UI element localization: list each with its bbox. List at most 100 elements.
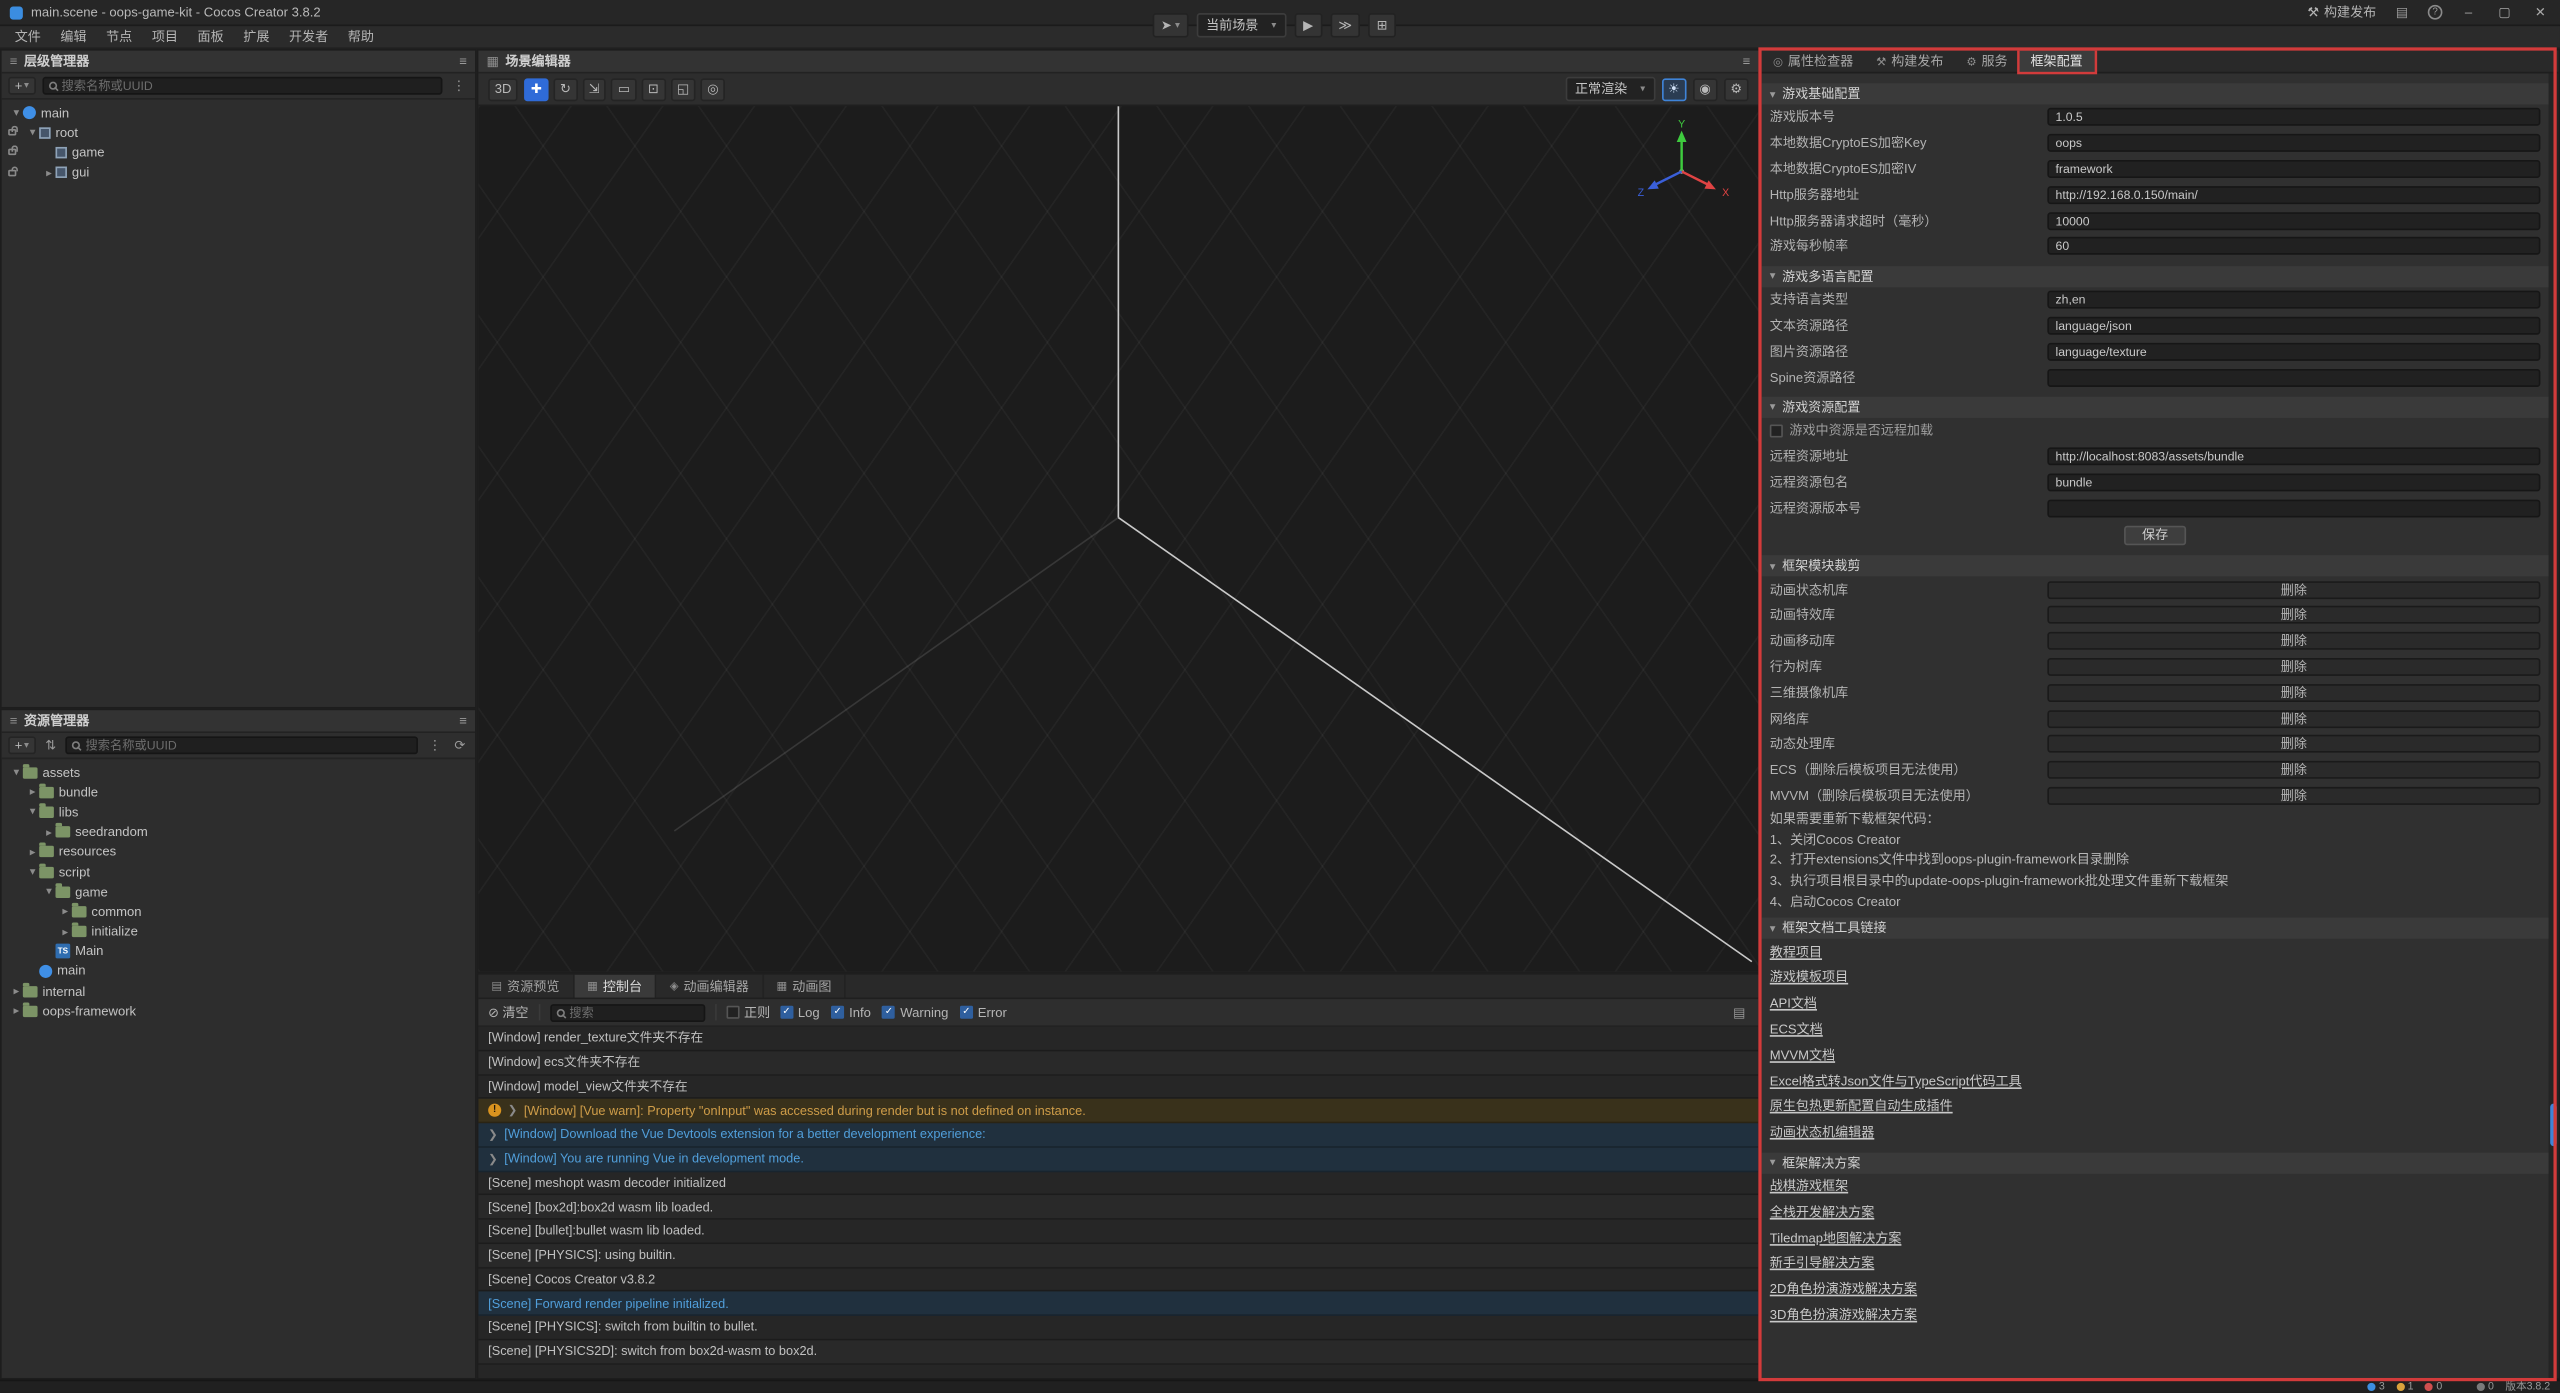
axis-gizmo[interactable]: Y X Z [1631,116,1735,220]
property-input[interactable] [2047,160,2540,178]
delete-button[interactable]: 删除 [2047,632,2540,650]
render-mode-select[interactable]: 正常渲染 ▾ [1565,77,1655,101]
chevron-right-icon[interactable]: ▸ [10,1005,23,1018]
property-input[interactable] [2047,317,2540,335]
menu-item[interactable]: 文件 [5,28,51,46]
doc-link[interactable]: 动画状态机编辑器 [1770,1124,1874,1142]
asset-node[interactable]: ▾libs [2,802,475,822]
scene-select[interactable]: 当前场景 ▾ [1196,12,1286,36]
doc-link[interactable]: ECS文档 [1770,1021,1823,1039]
log-row[interactable]: ❯[Window] You are running Vue in develop… [478,1147,1758,1171]
chevron-down-icon[interactable]: ▾ [26,126,39,139]
rotate-tool-icon[interactable]: ↻ [553,78,577,101]
chevron-down-icon[interactable]: ▾ [10,766,23,779]
property-input[interactable] [2047,186,2540,204]
asset-node[interactable]: ▸initialize [2,922,475,942]
asset-node[interactable]: ▾assets [2,762,475,782]
property-input[interactable] [2047,134,2540,152]
property-input[interactable] [2047,499,2540,517]
mode-3d-button[interactable]: 3D [488,78,518,101]
chevron-down-icon[interactable]: ▾ [10,106,23,119]
minimize-button[interactable]: – [2459,5,2479,20]
status-notices[interactable]: 0 [2477,1380,2494,1393]
console-filter-log[interactable]: ✓Log [780,1005,820,1020]
asset-node[interactable]: ▸seedrandom [2,822,475,842]
console-filter-info[interactable]: ✓Info [831,1005,871,1020]
save-button[interactable]: 保存 [2124,525,2186,545]
doc-link[interactable]: 全栈开发解决方案 [1770,1203,1874,1221]
asset-node[interactable]: ▾game [2,882,475,902]
help-icon[interactable]: ? [2428,5,2443,20]
property-input[interactable] [2047,342,2540,360]
play-button[interactable]: ▶ [1294,12,1322,36]
hierarchy-node[interactable]: ▸gui [2,163,475,183]
close-button[interactable]: ✕ [2531,5,2551,20]
property-input[interactable] [2047,237,2540,255]
panel-menu-icon[interactable]: ≡ [459,54,467,69]
delete-button[interactable]: 删除 [2047,761,2540,779]
doc-link[interactable]: 游戏模板项目 [1770,969,1848,987]
delete-button[interactable]: 删除 [2047,709,2540,727]
asset-node[interactable]: ▸bundle [2,782,475,802]
hierarchy-search-input[interactable] [62,78,436,93]
status-info[interactable]: 3 [2367,1380,2384,1393]
filter-icon[interactable]: ⋮ [449,78,469,93]
inspector-tab[interactable]: ◎属性检查器 [1762,51,1865,72]
scene-settings-button[interactable]: ⚙ [1724,78,1749,101]
delete-button[interactable]: 删除 [2047,580,2540,598]
console-filter-warning[interactable]: ✓Warning [882,1005,948,1020]
chevron-down-icon[interactable]: ▾ [42,885,55,898]
layout-panel-icon[interactable]: ▤ [2393,5,2412,20]
transform-tool-icon[interactable]: ⊡ [641,78,665,101]
property-input[interactable] [2047,108,2540,126]
chevron-right-icon[interactable]: ▸ [59,905,72,918]
doc-link[interactable]: 3D角色扮演游戏解决方案 [1770,1306,1917,1324]
build-publish-button[interactable]: ⚒ 构建发布 [2307,3,2376,21]
scrollbar-thumb[interactable] [2550,1104,2557,1146]
add-asset-button[interactable]: + ▾ [8,736,35,754]
asset-node[interactable]: ▾script [2,862,475,882]
coord-toggle-icon[interactable]: ◎ [701,78,725,101]
panel-menu-icon[interactable]: ≡ [1743,54,1751,69]
add-node-button[interactable]: + ▾ [8,77,35,95]
pivot-toggle-icon[interactable]: ◱ [670,78,695,101]
delete-button[interactable]: 删除 [2047,735,2540,753]
delete-button[interactable]: 删除 [2047,658,2540,676]
doc-link[interactable]: 新手引导解决方案 [1770,1255,1874,1273]
chevron-down-icon[interactable]: ▾ [26,865,39,878]
maximize-button[interactable]: ▢ [2495,5,2515,20]
section-header[interactable]: ▾游戏基础配置 [1762,83,2549,104]
property-input[interactable] [2047,368,2540,386]
doc-link[interactable]: 2D角色扮演游戏解决方案 [1770,1280,1917,1298]
console-tab[interactable]: ▦控制台 [574,975,657,998]
property-input[interactable] [2047,291,2540,309]
menu-item[interactable]: 扩展 [233,28,279,46]
sort-icon[interactable]: ⇅ [42,738,59,753]
doc-link[interactable]: 教程项目 [1770,943,1822,961]
checkbox[interactable] [1770,424,1783,437]
preview-platform-button[interactable]: ➤ ▾ [1153,12,1188,36]
asset-node[interactable]: ▸resources [2,842,475,862]
chevron-down-icon[interactable]: ▾ [26,806,39,819]
menu-item[interactable]: 帮助 [338,28,384,46]
delete-button[interactable]: 删除 [2047,606,2540,624]
menu-item[interactable]: 开发者 [279,28,338,46]
scene-camera-button[interactable]: ◉ [1693,78,1717,101]
doc-link[interactable]: Tiledmap地图解决方案 [1770,1229,1902,1247]
chevron-right-icon[interactable]: ▸ [26,845,39,858]
menu-item[interactable]: 节点 [96,28,142,46]
doc-link[interactable]: Excel格式转Json文件与TypeScript代码工具 [1770,1072,2022,1090]
section-header[interactable]: ▾游戏资源配置 [1762,397,2549,418]
console-tab[interactable]: ◈动画编辑器 [657,975,764,998]
inspector-tab[interactable]: ⚙服务 [1955,51,2019,72]
log-row[interactable]: ❯[Window] Download the Vue Devtools exte… [478,1123,1758,1147]
chevron-right-icon[interactable]: ▸ [59,925,72,938]
property-input[interactable] [2047,448,2540,466]
export-log-icon[interactable]: ▤ [1730,1005,1749,1020]
section-header[interactable]: ▾游戏多语言配置 [1762,266,2549,287]
clear-console-button[interactable]: ⊘ 清空 [488,1003,528,1021]
regex-toggle[interactable]: 正则 [726,1003,770,1021]
assets-search-input[interactable] [86,738,412,753]
delete-button[interactable]: 删除 [2047,684,2540,702]
menu-item[interactable]: 面板 [188,28,234,46]
